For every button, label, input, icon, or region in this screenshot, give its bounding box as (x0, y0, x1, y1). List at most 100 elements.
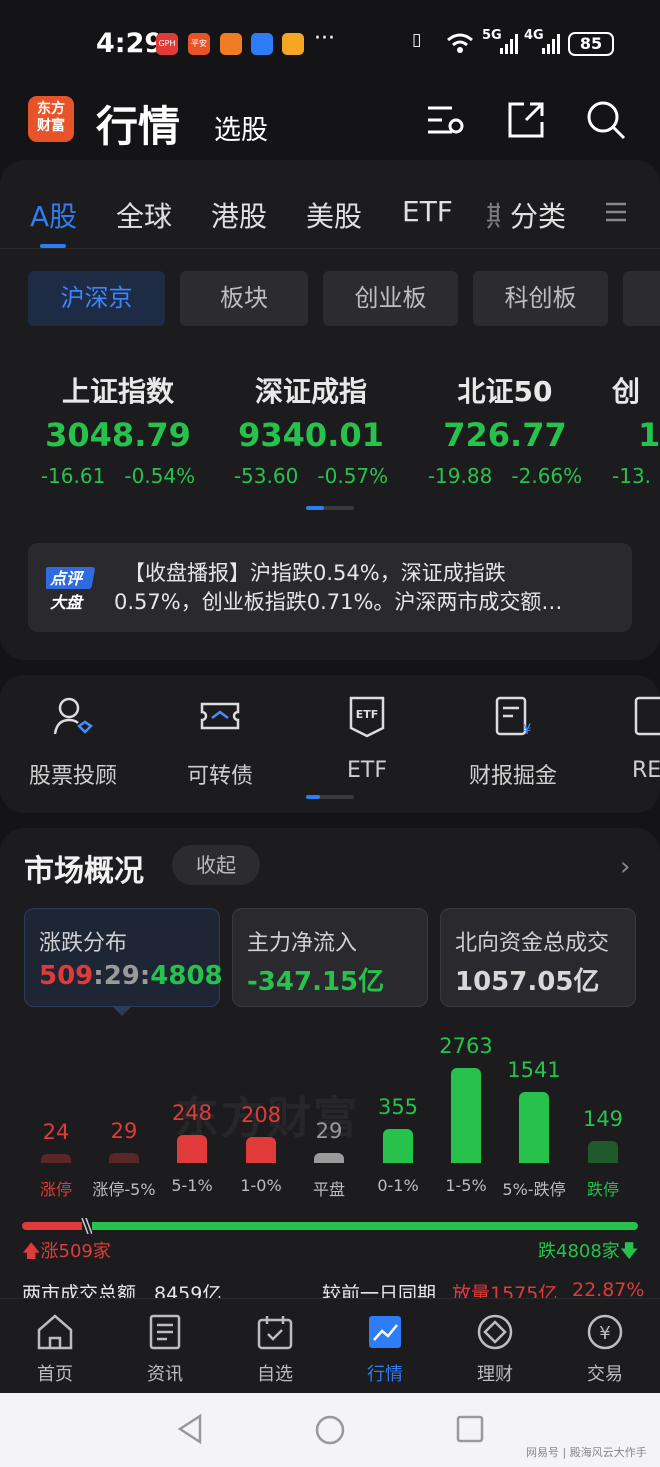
research-icon (634, 696, 660, 736)
etf-icon: ETF (349, 696, 385, 738)
report-icon: ¥ (495, 696, 532, 738)
bar-label-8: 跌停 (586, 1180, 619, 1199)
distribution-bar-chart: 24 涨停 29 涨停-5% 248 5-1% 208 1-0% 29 平盘 355 0-1% 2763… (0, 1020, 660, 1200)
tab-futures[interactable]: 期 (486, 195, 500, 235)
bar-value-1: 29 (110, 1119, 138, 1143)
bar-7 (519, 1092, 549, 1163)
bar-2 (177, 1135, 207, 1163)
menu-icon[interactable] (604, 200, 628, 224)
bar-5 (383, 1129, 413, 1163)
bar-label-2: 5-1% (171, 1176, 213, 1195)
chip-shenzhen-shanghai[interactable]: 沪深京 (28, 271, 165, 326)
back-icon[interactable] (176, 1414, 204, 1444)
chip-star-market[interactable]: 科创板 (473, 271, 608, 326)
decline-count-label: 跌4808家🡇 (538, 1241, 639, 1262)
bar-value-2: 248 (171, 1101, 213, 1125)
bar-6 (451, 1068, 481, 1163)
home-circle-icon[interactable] (314, 1414, 346, 1446)
chip-sectors[interactable]: 板块 (180, 271, 308, 326)
bar-value-6: 2763 (439, 1034, 493, 1058)
bar-3 (246, 1137, 276, 1163)
news-text: 【收盘播报】沪指跌0.54%，深证成指跌 0.57%，创业板指跌0.71%。沪深… (114, 561, 563, 614)
bar-value-3: 208 (240, 1103, 282, 1127)
signal-5g-icon (500, 34, 518, 54)
wealth-icon (477, 1314, 513, 1350)
svg-text:ETF: ETF (356, 708, 379, 721)
tab-category[interactable]: 分类 (510, 195, 566, 235)
advance-count-label: 🡅涨509家 (22, 1241, 111, 1262)
bar-value-4: 29 (315, 1119, 343, 1143)
feature-pager-thumb (306, 795, 320, 799)
bar-value-0: 24 (42, 1120, 70, 1144)
signal-4g-label: 4G (524, 28, 544, 43)
bond-icon (200, 702, 240, 730)
market-icon (369, 1316, 401, 1348)
tab-divider (0, 248, 660, 249)
chip-more[interactable] (623, 271, 660, 326)
feature-research[interactable]: RE (600, 694, 660, 783)
svg-text:¥: ¥ (523, 722, 532, 738)
index-shanghai[interactable]: 上证指数 3048.79 -16.61 -0.54% (33, 370, 203, 488)
card-advance-decline[interactable]: 涨跌分布 509:29:4808 (24, 908, 223, 1007)
nav-trade[interactable]: ¥ 交易 (550, 1312, 660, 1386)
nav-wealth[interactable]: 理财 (440, 1312, 550, 1386)
bar-0 (41, 1154, 71, 1163)
app-icon-5 (282, 33, 304, 55)
share-icon[interactable] (504, 98, 548, 142)
news-icon (149, 1314, 181, 1350)
tab-hk[interactable]: 港股 (211, 195, 267, 235)
nav-market[interactable]: 行情 (330, 1312, 440, 1386)
bar-value-7: 1541 (507, 1058, 561, 1082)
app-icon-3 (220, 33, 242, 55)
recents-icon[interactable] (456, 1415, 484, 1443)
index-chinext[interactable]: 创 18 -13. (612, 370, 660, 488)
bar-label-4: 平盘 (312, 1180, 345, 1199)
source-watermark: 网易号 | 殿海风云大作手 (526, 1446, 647, 1459)
feature-stock-advisor[interactable]: 股票投顾 (13, 694, 133, 790)
chevron-right-icon[interactable]: › (620, 852, 630, 882)
search-icon[interactable] (584, 98, 628, 142)
bar-value-8: 149 (582, 1107, 624, 1131)
app-icon-2: 平安 (188, 33, 210, 55)
signal-4g-icon (542, 34, 560, 54)
active-card-pointer (112, 1006, 132, 1016)
watchlist-icon (257, 1316, 293, 1350)
tab-a-share[interactable]: A股 (30, 195, 77, 235)
wifi-icon (447, 33, 473, 53)
index-pager-thumb (306, 506, 324, 510)
card-northbound-turnover[interactable]: 北向资金总成交 1057.05亿 (440, 908, 636, 1007)
nav-watchlist[interactable]: 自选 (220, 1312, 330, 1386)
nav-home[interactable]: 首页 (0, 1312, 110, 1386)
battery-indicator: 85 (568, 32, 614, 56)
advance-progress (22, 1222, 82, 1230)
app-icon-4 (251, 33, 273, 55)
card-main-net-inflow[interactable]: 主力净流入 -347.15亿 (232, 908, 428, 1007)
news-ticker[interactable]: 点评 大盘 【收盘播报】沪指跌0.54%，深证成指跌 0.57%，创业板指跌0.… (28, 543, 632, 632)
bar-8 (588, 1141, 618, 1163)
nav-news[interactable]: 资讯 (110, 1312, 220, 1386)
more-notifications-icon: ··· (314, 26, 335, 51)
index-shenzhen[interactable]: 深证成指 9340.01 -53.60 -0.57% (226, 370, 396, 488)
index-bse50[interactable]: 北证50 726.77 -19.88 -2.66% (420, 370, 590, 488)
stock-picker-tab[interactable]: 选股 (214, 108, 268, 147)
status-time: 4:29 (96, 28, 164, 59)
app-icon-1: GPH (156, 33, 178, 55)
vibrate-icon: ▯ (412, 30, 422, 50)
collapse-button[interactable]: 收起 (172, 845, 260, 885)
section-title: 市场概况 (24, 854, 144, 889)
trade-icon: ¥ (587, 1314, 623, 1350)
bar-value-5: 355 (377, 1095, 419, 1119)
tab-global[interactable]: 全球 (116, 195, 172, 235)
app-logo[interactable]: 东方 财富 (28, 96, 74, 142)
feature-etf[interactable]: ETF ETF (307, 694, 427, 783)
home-icon (37, 1314, 73, 1350)
tab-us[interactable]: 美股 (306, 195, 362, 235)
tab-etf[interactable]: ETF (402, 195, 453, 228)
signal-5g-label: 5G (482, 28, 502, 43)
settings-list-icon[interactable] (424, 98, 468, 142)
feature-convertible-bond[interactable]: 可转债 (160, 694, 280, 790)
feature-earnings-report[interactable]: ¥ 财报掘金 (453, 694, 573, 790)
bar-label-7: 5%-跌停 (502, 1180, 566, 1199)
chip-chinext[interactable]: 创业板 (323, 271, 458, 326)
progress-separator (81, 1218, 92, 1234)
